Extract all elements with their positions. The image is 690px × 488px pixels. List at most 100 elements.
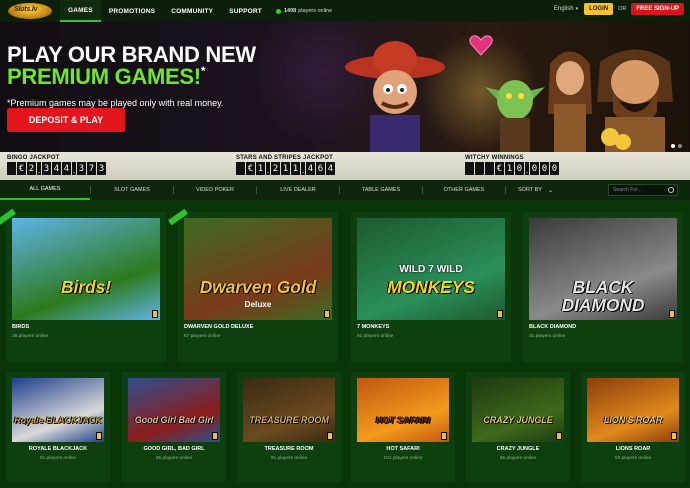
- jackpot-separator: .: [37, 162, 41, 175]
- search-placeholder: Search For...: [613, 187, 642, 193]
- game-art-subtitle: Deluxe: [244, 299, 272, 309]
- jackpot-digit: €: [495, 162, 504, 175]
- game-name[interactable]: LIONS ROAR: [581, 446, 685, 452]
- game-card[interactable]: CRAZY JUNGLE CRAZY JUNGLE 86 players onlin…: [466, 372, 570, 482]
- tab-slot-games[interactable]: SLOT GAMES: [91, 180, 173, 200]
- tab-live-dealer[interactable]: LIVE DEALER: [257, 180, 339, 200]
- jackpot-digit: 4: [52, 162, 61, 175]
- game-name[interactable]: 7 MONKEYS: [357, 324, 389, 330]
- carousel-indicators: [668, 144, 682, 148]
- sort-by-label: SORT BY: [518, 187, 542, 193]
- jackpot-label: WITCHY WINNINGS: [465, 155, 524, 161]
- game-card[interactable]: Royale BLACKJACK ROYALE BLACKJACK 51 playe…: [6, 372, 110, 482]
- game-thumbnail[interactable]: Dwarven Gold Deluxe: [184, 218, 332, 320]
- nav-games[interactable]: GAMES: [60, 0, 101, 22]
- jackpot-witchy-winnings: WITCHY WINNINGS €1 0. 0 0 0: [465, 155, 560, 175]
- game-name[interactable]: TREASURE ROOM: [237, 446, 341, 452]
- game-players-online: 101 players online: [383, 456, 423, 461]
- or-label: OR: [618, 6, 627, 12]
- jackpot-digit-blank: [7, 162, 16, 175]
- game-thumbnail[interactable]: Good Girl Bad Girl: [128, 378, 220, 442]
- jackpot-digit: 6: [316, 162, 325, 175]
- carousel-dot[interactable]: [671, 144, 675, 148]
- jackpot-digit: 1: [291, 162, 300, 175]
- jackpot-digit: 0: [530, 162, 539, 175]
- login-button[interactable]: LOGIN: [584, 3, 614, 15]
- game-name[interactable]: DWARVEN GOLD DELUXE: [184, 324, 253, 330]
- game-name[interactable]: ROYALE BLACKJACK: [6, 446, 110, 452]
- top-navigation-bar: Slots.lv GAMES PROMOTIONS COMMUNITY SUPP…: [0, 0, 690, 22]
- jackpot-digit-blank: [475, 162, 484, 175]
- jackpot-separator: .: [266, 162, 270, 175]
- game-art-title: HOT SAFARI: [375, 415, 431, 426]
- jackpot-separator: .: [525, 162, 529, 175]
- search-input[interactable]: Search For...: [608, 184, 678, 196]
- jackpot-digit: 3: [77, 162, 86, 175]
- search-icon: [668, 187, 674, 193]
- tab-other-games[interactable]: OTHER GAMES: [423, 180, 505, 200]
- jackpot-digit-blank: [465, 162, 474, 175]
- game-thumbnail[interactable]: BLACK DIAMOND: [529, 218, 677, 320]
- jackpot-digit: 4: [326, 162, 335, 175]
- game-card[interactable]: WILD 7 WILD MONKEYS 7 MONKEYS 91 players on…: [351, 212, 511, 362]
- jackpot-digit: 2: [27, 162, 36, 175]
- deposit-and-play-button[interactable]: DEPOSIT & PLAY: [7, 108, 125, 132]
- game-art-title: MONKEYS: [387, 277, 475, 298]
- sort-by-dropdown[interactable]: SORT BY ⌄: [518, 187, 553, 194]
- jackpot-digit: 1: [505, 162, 514, 175]
- jackpot-counter: €1 0. 0 0 0: [465, 162, 560, 175]
- game-thumbnail[interactable]: HOT SAFARI: [357, 378, 449, 442]
- tab-table-games[interactable]: TABLE GAMES: [340, 180, 422, 200]
- language-selector[interactable]: English ▾: [554, 6, 578, 12]
- jackpot-digit-blank: [236, 162, 245, 175]
- jackpot-stars-and-stripes: STARS AND STRIPES JACKPOT €1. 2 1 1. 4 6 4: [236, 155, 336, 175]
- tab-all-games[interactable]: ALL GAMES: [0, 180, 90, 200]
- game-players-online: 67 players online: [184, 334, 221, 339]
- age-restriction-badge-icon: [212, 432, 218, 440]
- heart-icon: [469, 35, 493, 56]
- signup-button[interactable]: FREE SIGN-UP: [631, 3, 684, 15]
- game-thumbnail[interactable]: LION'S ROAR: [587, 378, 679, 442]
- game-name[interactable]: BIRDS: [12, 324, 29, 330]
- jackpot-digit: 0: [550, 162, 559, 175]
- age-restriction-badge-icon: [669, 310, 675, 318]
- jackpot-digit: €: [246, 162, 255, 175]
- age-restriction-badge-icon: [497, 310, 503, 318]
- hero-title-line2: PREMIUM GAMES!*: [7, 64, 206, 90]
- nav-support[interactable]: SUPPORT: [221, 0, 270, 22]
- site-logo[interactable]: Slots.lv: [8, 1, 52, 21]
- game-name[interactable]: BLACK DIAMOND: [529, 324, 576, 330]
- game-card[interactable]: BLACK DIAMOND BLACK DIAMOND 31 players onl…: [523, 212, 683, 362]
- game-card[interactable]: TREASURE ROOM TREASURE ROOM 91 players onl…: [237, 372, 341, 482]
- carousel-dot[interactable]: [678, 144, 682, 148]
- game-players-online: 63 players online: [614, 456, 652, 461]
- game-players-online: 95 players online: [155, 456, 193, 461]
- game-name[interactable]: GOOD GIRL, BAD GIRL: [122, 446, 226, 452]
- game-thumbnail[interactable]: Birds!: [12, 218, 160, 320]
- main-nav: GAMES PROMOTIONS COMMUNITY SUPPORT: [60, 0, 270, 22]
- game-card[interactable]: LION'S ROAR LIONS ROAR 63 players online: [581, 372, 685, 482]
- jackpot-separator: .: [72, 162, 76, 175]
- nav-community[interactable]: COMMUNITY: [163, 0, 221, 22]
- jackpot-label: BINGO JACKPOT: [7, 155, 60, 161]
- game-card[interactable]: Good Girl Bad Girl GOOD GIRL, BAD GIRL 95 …: [122, 372, 226, 482]
- online-status-dot-icon: [275, 8, 281, 14]
- game-thumbnail[interactable]: Royale BLACKJACK: [12, 378, 104, 442]
- jackpot-digit-blank: [485, 162, 494, 175]
- hero-title-asterisk: *: [200, 64, 206, 78]
- game-card[interactable]: Birds! BIRDS 38 players online: [0, 208, 166, 362]
- tab-video-poker[interactable]: VIDEO POKER: [174, 180, 256, 200]
- game-name[interactable]: CRAZY JUNGLE: [466, 446, 570, 452]
- game-card[interactable]: HOT SAFARI HOT SAFARI 101 players online: [351, 372, 455, 482]
- caret-down-icon: ▾: [575, 6, 579, 12]
- game-thumbnail[interactable]: WILD 7 WILD MONKEYS: [357, 218, 505, 320]
- hero-disclaimer: *Premium games may be played only with r…: [7, 98, 224, 108]
- hero-banner[interactable]: PLAY OUR BRAND NEW PREMIUM GAMES!* *Prem…: [0, 22, 690, 152]
- game-card[interactable]: Dwarven Gold Deluxe DWARVEN GOLD DELUXE 67 …: [168, 208, 338, 362]
- game-name[interactable]: HOT SAFARI: [351, 446, 455, 452]
- game-players-online: 86 players online: [499, 456, 537, 461]
- online-label: players online: [298, 8, 333, 14]
- game-thumbnail[interactable]: CRAZY JUNGLE: [472, 378, 564, 442]
- game-thumbnail[interactable]: TREASURE ROOM: [243, 378, 335, 442]
- nav-promotions[interactable]: PROMOTIONS: [101, 0, 163, 22]
